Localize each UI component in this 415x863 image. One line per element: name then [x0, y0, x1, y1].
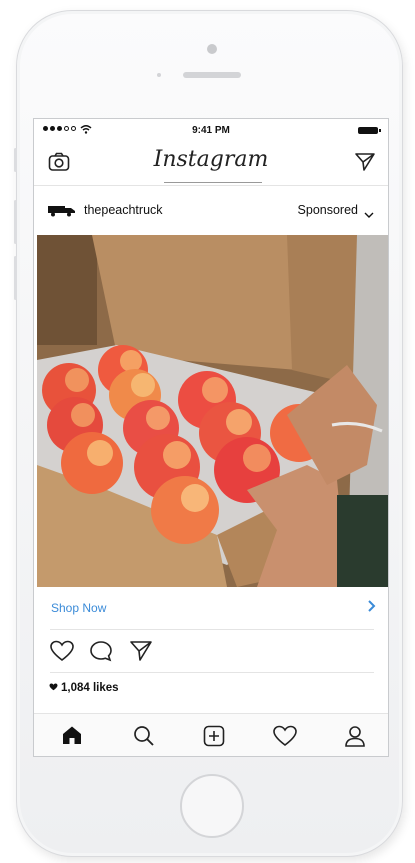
- app-screen: 9:41 PM Instagram thepeachtruck Sponsore…: [33, 118, 389, 757]
- actions-divider: [50, 672, 374, 673]
- tab-bar: [34, 713, 388, 756]
- home-icon[interactable]: [61, 725, 83, 750]
- logo-underline: [164, 182, 262, 183]
- volume-up-button: [14, 200, 17, 244]
- direct-send-icon[interactable]: [354, 152, 376, 177]
- shop-now-bar[interactable]: Shop Now: [34, 587, 388, 627]
- profile-icon[interactable]: [344, 725, 366, 752]
- post-header: thepeachtruck Sponsored: [34, 192, 388, 228]
- add-post-icon[interactable]: [203, 725, 225, 752]
- activity-heart-icon[interactable]: [273, 725, 297, 752]
- status-bar: 9:41 PM: [34, 119, 388, 141]
- shop-now-link[interactable]: Shop Now: [51, 601, 106, 615]
- volume-down-button: [14, 256, 17, 300]
- truck-logo-icon[interactable]: [48, 204, 76, 222]
- share-icon[interactable]: [129, 640, 153, 667]
- cta-divider: [50, 629, 374, 630]
- battery-icon: [358, 127, 381, 134]
- heart-filled-icon: [49, 682, 58, 694]
- app-header: Instagram: [34, 141, 388, 185]
- likes-text[interactable]: 1,084 likes: [61, 682, 119, 694]
- home-button[interactable]: [180, 774, 244, 838]
- status-time: 9:41 PM: [192, 125, 230, 136]
- post-image[interactable]: [37, 235, 388, 587]
- chevron-down-icon[interactable]: [364, 206, 374, 224]
- mute-switch: [14, 148, 17, 172]
- post-username[interactable]: thepeachtruck: [84, 203, 163, 217]
- front-camera: [207, 44, 217, 54]
- heart-icon[interactable]: [50, 640, 74, 667]
- search-icon[interactable]: [133, 725, 155, 752]
- likes-count: 1,084 likes: [49, 682, 119, 694]
- chevron-right-icon[interactable]: [368, 599, 376, 617]
- instagram-logo: Instagram: [153, 147, 269, 172]
- proximity-sensor: [157, 73, 161, 77]
- comment-icon[interactable]: [89, 640, 113, 667]
- header-divider: [34, 185, 388, 186]
- earpiece-speaker: [183, 72, 241, 78]
- sponsored-label: Sponsored: [297, 203, 358, 217]
- post-actions: [34, 634, 388, 670]
